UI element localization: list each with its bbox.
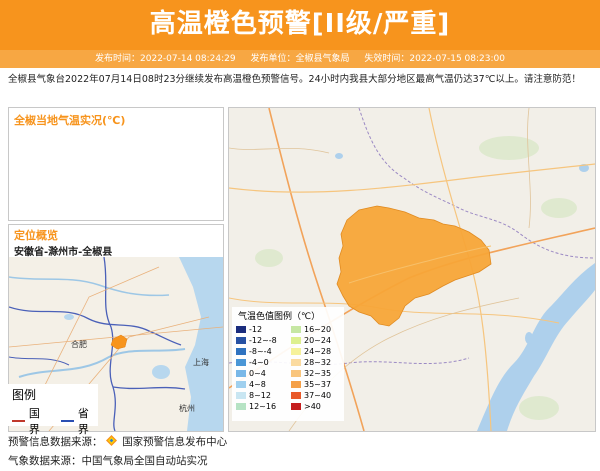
- temperature-legend-swatch: [291, 380, 301, 388]
- temperature-legend-item: >40: [291, 401, 344, 411]
- temperature-legend-swatch: [236, 369, 246, 377]
- warning-banner: 高温橙色预警[II级/严重]: [0, 0, 600, 50]
- temperature-legend-item: 16~20: [291, 324, 344, 334]
- temperature-legend-swatch: [236, 402, 246, 410]
- warning-description: 全椒县气象台2022年07月14日08时23分继续发布高温橙色预警信号。24小时…: [8, 74, 581, 85]
- provincial-border-label: 省界: [77, 407, 89, 436]
- temperature-legend-item: 8~12: [236, 390, 289, 400]
- publisher: 发布单位：全椒县气象局: [250, 54, 350, 64]
- temperature-legend-label: 37~40: [304, 390, 332, 400]
- warning-center-logo-icon: [105, 435, 117, 446]
- temperature-observation-panel: 全椒当地气温实况(℃): [8, 107, 224, 221]
- temperature-legend-swatch: [291, 325, 301, 333]
- temperature-legend-swatch: [291, 336, 301, 344]
- temperature-legend-label: -8~-4: [249, 346, 272, 356]
- temperature-legend-item: 24~28: [291, 346, 344, 356]
- temperature-legend-label: 0~4: [249, 368, 266, 378]
- temperature-legend-swatch: [236, 380, 246, 388]
- temperature-legend-item: -12: [236, 324, 289, 334]
- publish-time: 发布时间：2022-07-14 08:24:29: [95, 54, 236, 64]
- warning-source-line: 预警信息数据来源： 国家预警信息发布中心: [8, 434, 227, 449]
- observation-title: 全椒当地气温实况(℃): [14, 114, 126, 127]
- temperature-legend-label: 35~37: [304, 379, 332, 389]
- temperature-legend-item: 28~32: [291, 357, 344, 367]
- temperature-legend-item: -12~-8: [236, 335, 289, 345]
- temperature-legend-label: 20~24: [304, 335, 332, 345]
- location-path: 安徽省-滁州市-全椒县: [14, 247, 113, 258]
- expire-time: 失效时间：2022-07-15 08:23:00: [364, 54, 505, 64]
- temperature-legend-item: 4~8: [236, 379, 289, 389]
- temperature-legend-item: -4~0: [236, 357, 289, 367]
- temperature-legend-title: 气温色值图例（℃）: [238, 312, 321, 322]
- temperature-legend-label: -12~-8: [249, 335, 277, 345]
- temperature-legend-grid: -12 16~20 -12~-8 20~24 -8~-4 24~28 -4~0 28~32 0~…: [236, 324, 344, 411]
- warning-source-name[interactable]: 国家预警信息发布中心: [122, 436, 227, 448]
- temperature-legend-label: 24~28: [304, 346, 332, 356]
- temperature-legend-label: 8~12: [249, 390, 271, 400]
- temperature-legend-swatch: [236, 325, 246, 333]
- temperature-color-legend: 气温色值图例（℃） -12 16~20 -12~-8 20~24 -8~-4 24~28-…: [232, 307, 344, 421]
- temperature-legend-swatch: [236, 336, 246, 344]
- temperature-legend-item: 37~40: [291, 390, 344, 400]
- temperature-legend-swatch: [236, 358, 246, 366]
- temperature-legend-item: 32~35: [291, 368, 344, 378]
- temperature-legend-swatch: [291, 369, 301, 377]
- city-label-hangzhou: 杭州: [179, 403, 195, 413]
- temperature-legend-item: 0~4: [236, 368, 289, 378]
- temperature-legend-swatch: [291, 347, 301, 355]
- temperature-legend-item: 12~16: [236, 401, 289, 411]
- temperature-legend-swatch: [291, 358, 301, 366]
- temperature-legend-label: 12~16: [249, 401, 277, 411]
- temperature-legend-label: 4~8: [249, 379, 266, 389]
- location-title: 定位概览: [14, 229, 58, 242]
- temperature-legend-item: -8~-4: [236, 346, 289, 356]
- temperature-legend-item: 35~37: [291, 379, 344, 389]
- temperature-legend-label: 28~32: [304, 357, 332, 367]
- temperature-legend-swatch: [291, 402, 301, 410]
- national-border-label: 国界: [28, 407, 40, 436]
- provincial-border-symbol: [61, 420, 74, 422]
- temperature-legend-label: 32~35: [304, 368, 332, 378]
- temperature-legend-label: 16~20: [304, 324, 332, 334]
- temperature-legend-swatch: [236, 391, 246, 399]
- warning-title: 高温橙色预警[II级/严重]: [149, 9, 451, 39]
- warning-source-label: 预警信息数据来源：: [8, 436, 103, 448]
- temperature-legend-label: >40: [304, 401, 321, 411]
- border-legend-title: 图例: [12, 388, 37, 402]
- national-border-symbol: [12, 420, 25, 422]
- weather-source-line: 气象数据来源：中国气象局全国自动站实况: [8, 455, 208, 467]
- temperature-legend-label: -12: [249, 324, 263, 334]
- warning-meta-bar: 发布时间：2022-07-14 08:24:29 发布单位：全椒县气象局 失效时…: [0, 50, 600, 68]
- temperature-legend-label: -4~0: [249, 357, 269, 367]
- city-label-shanghai: 上海: [193, 357, 209, 367]
- temperature-legend-item: 20~24: [291, 335, 344, 345]
- temperature-legend-swatch: [291, 391, 301, 399]
- temperature-legend-swatch: [236, 347, 246, 355]
- border-legend: 图例 国界 省界: [8, 384, 98, 436]
- city-label-hefei: 合肥: [71, 339, 87, 349]
